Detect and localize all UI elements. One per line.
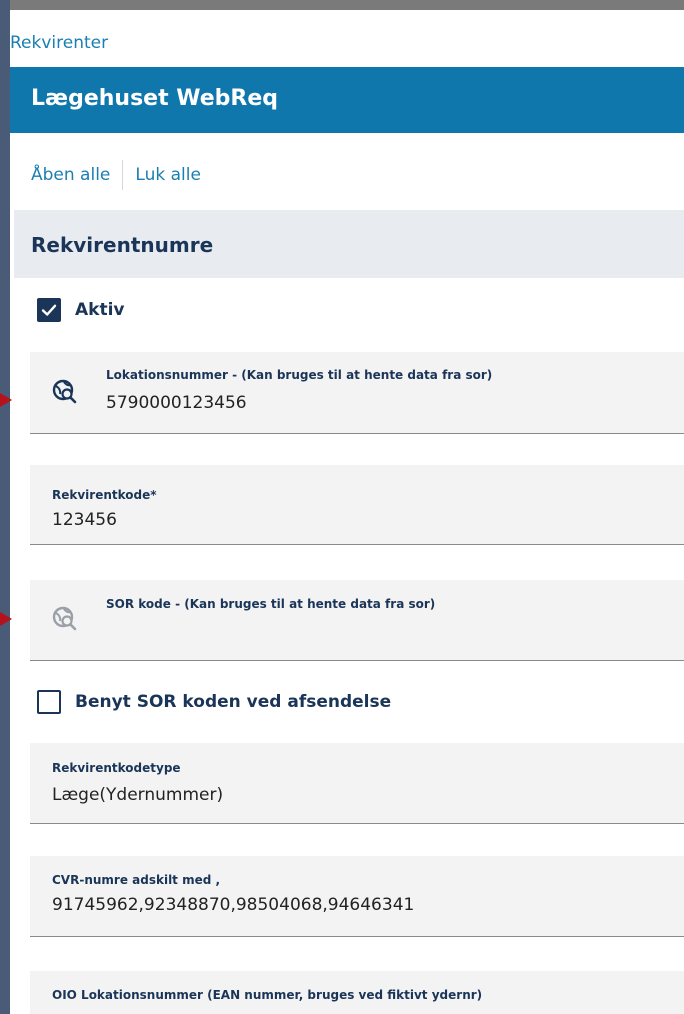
use-sor-checkbox[interactable] [37, 690, 61, 714]
expand-collapse-controls: Åben alle Luk alle [31, 160, 201, 190]
location-number-field[interactable]: Lokationsnummer - (Kan bruges til at hen… [30, 352, 684, 434]
cvr-numbers-label: CVR-numre adskilt med , [52, 873, 221, 887]
oio-location-number-field[interactable]: OIO Lokationsnummer (EAN nummer, bruges … [30, 971, 684, 1014]
cvr-numbers-value[interactable]: 91745962,92348870,98504068,94646341 [52, 895, 414, 915]
breadcrumb-requesters[interactable]: Rekvirenter [10, 33, 108, 53]
location-number-value[interactable]: 5790000123456 [106, 393, 247, 413]
checkmark-icon [41, 304, 57, 316]
globe-search-icon[interactable] [52, 606, 78, 632]
requester-code-type-field[interactable]: Rekvirentkodetype Læge(Ydernummer) [30, 743, 684, 824]
sor-code-label: SOR kode - (Kan bruges til at hente data… [106, 597, 436, 611]
header-bar: Lægehuset WebReq [10, 67, 684, 133]
requester-code-value[interactable]: 123456 [52, 510, 117, 530]
section-title: Rekvirentnumre [31, 233, 214, 257]
section-header-requester-numbers[interactable]: Rekvirentnumre [14, 210, 684, 278]
requester-code-field[interactable]: Rekvirentkode* 123456 [30, 465, 684, 545]
active-checkbox-row[interactable]: Aktiv [37, 298, 125, 322]
open-all-link[interactable]: Åben alle [31, 165, 110, 185]
requester-code-type-label: Rekvirentkodetype [52, 761, 181, 775]
requester-code-label: Rekvirentkode* [52, 488, 157, 502]
toggle-divider [122, 160, 124, 190]
close-all-link[interactable]: Luk alle [135, 165, 201, 185]
window-top-edge [0, 0, 684, 10]
page-title: Lægehuset WebReq [31, 86, 279, 111]
arrow-right-icon [0, 612, 12, 626]
requester-code-type-value[interactable]: Læge(Ydernummer) [52, 785, 223, 805]
active-checkbox[interactable] [37, 298, 61, 322]
requester-panel: Rekvirenter Lægehuset WebReq Åben alle L… [10, 10, 684, 1014]
active-checkbox-label: Aktiv [75, 300, 125, 320]
sor-code-field[interactable]: SOR kode - (Kan bruges til at hente data… [30, 580, 684, 661]
use-sor-checkbox-row[interactable]: Benyt SOR koden ved afsendelse [37, 690, 391, 714]
location-number-label: Lokationsnummer - (Kan bruges til at hen… [106, 368, 493, 382]
globe-search-icon[interactable] [52, 379, 78, 405]
oio-location-number-label: OIO Lokationsnummer (EAN nummer, bruges … [52, 988, 483, 1002]
use-sor-checkbox-label: Benyt SOR koden ved afsendelse [75, 692, 392, 712]
arrow-right-icon [0, 393, 12, 407]
window-left-edge [0, 0, 10, 1014]
cvr-numbers-field[interactable]: CVR-numre adskilt med , 91745962,9234887… [30, 856, 684, 937]
